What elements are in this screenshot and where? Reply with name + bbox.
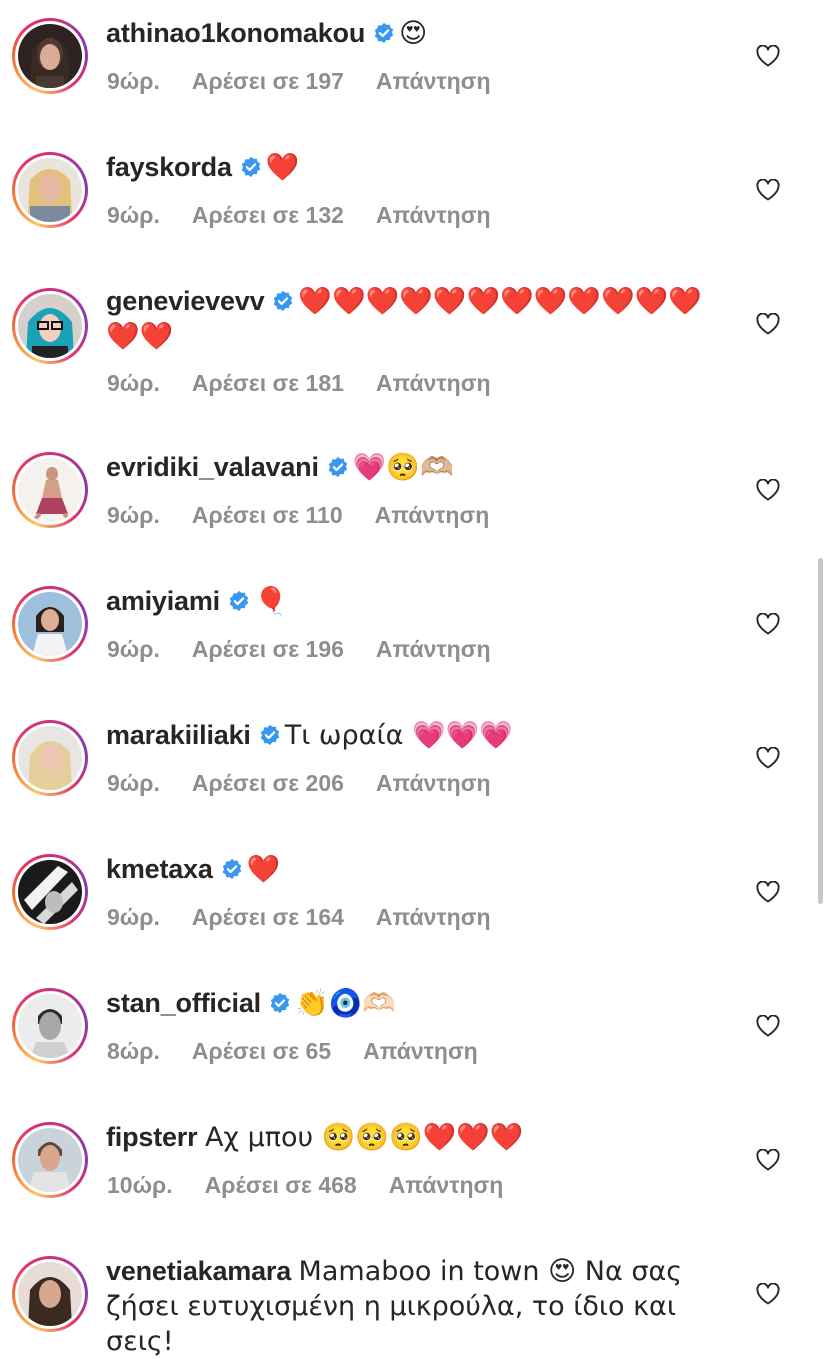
comment-likes[interactable]: Αρέσει σε 181	[192, 370, 344, 396]
comment-text: fayskorda ❤️	[106, 150, 728, 185]
comment-likes[interactable]: Αρέσει σε 206	[192, 770, 344, 796]
comment-username[interactable]: kmetaxa	[106, 854, 213, 884]
comment-username[interactable]: fayskorda	[106, 152, 232, 182]
comment-likes[interactable]: Αρέσει σε 110	[192, 502, 343, 528]
heart-outline-icon[interactable]	[756, 479, 780, 501]
reply-button[interactable]: Απάντηση	[376, 770, 491, 796]
comment-username[interactable]: venetiakamara	[106, 1256, 291, 1286]
comment-body: 💗🥺🫶🏼	[352, 452, 454, 483]
scrollbar[interactable]	[818, 558, 823, 904]
verified-badge-icon	[229, 590, 249, 612]
comment-likes[interactable]: Αρέσει σε 164	[192, 904, 344, 930]
comment-meta: 9ώρ. Αρέσει σε 164 Απάντηση	[107, 904, 523, 931]
comment-likes[interactable]: Αρέσει σε 197	[192, 68, 344, 94]
comment-likes[interactable]: Αρέσει σε 132	[192, 202, 344, 228]
comment-username[interactable]: genevievevv	[106, 286, 265, 316]
avatar[interactable]	[12, 288, 88, 364]
comment-username[interactable]: evridiki_valavani	[106, 452, 319, 482]
comment-body: 🎈	[253, 586, 288, 617]
comment-time: 9ώρ.	[107, 370, 160, 396]
avatar[interactable]	[12, 452, 88, 528]
avatar[interactable]	[12, 586, 88, 662]
avatar[interactable]	[12, 720, 88, 796]
avatar[interactable]	[12, 854, 88, 930]
comment-likes[interactable]: Αρέσει σε 196	[192, 636, 344, 662]
comment-body: ❤️	[265, 152, 300, 183]
comment-username[interactable]: stan_official	[106, 988, 261, 1018]
comment-username[interactable]: amiyiami	[106, 586, 220, 616]
reply-button[interactable]: Απάντηση	[375, 502, 490, 528]
reply-button[interactable]: Απάντηση	[376, 904, 491, 930]
verified-badge-icon	[260, 724, 279, 746]
comment-text: kmetaxa ❤️	[106, 852, 728, 887]
comment-likes[interactable]: Αρέσει σε 468	[205, 1172, 357, 1198]
reply-button[interactable]: Απάντηση	[376, 68, 491, 94]
comment-time: 9ώρ.	[107, 68, 160, 94]
heart-outline-icon[interactable]	[756, 1149, 780, 1171]
reply-button[interactable]: Απάντηση	[363, 1038, 478, 1064]
avatar[interactable]	[12, 152, 88, 228]
comment-text: genevievevv ❤️❤️❤️❤️❤️❤️❤️❤️❤️❤️❤️❤️❤️❤️	[106, 284, 728, 354]
verified-badge-icon	[328, 456, 348, 478]
comment-meta: 9ώρ. Αρέσει σε 181 Απάντηση	[107, 370, 523, 397]
avatar[interactable]	[12, 1256, 88, 1332]
heart-outline-icon[interactable]	[756, 179, 780, 201]
comment-username[interactable]: fipsterr	[106, 1122, 198, 1152]
comment-time: 9ώρ.	[107, 636, 160, 662]
heart-outline-icon[interactable]	[756, 747, 780, 769]
comment-meta: 9ώρ. Αρέσει σε 110 Απάντηση	[107, 502, 521, 529]
comment-text: amiyiami 🎈	[106, 584, 728, 619]
comment-meta: 10ώρ. Αρέσει σε 468 Απάντηση	[107, 1172, 535, 1199]
heart-outline-icon[interactable]	[756, 613, 780, 635]
comment-meta: 9ώρ. Αρέσει σε 206 Απάντηση	[107, 770, 523, 797]
comment-body: 👏🧿🫶🏻	[294, 988, 396, 1019]
comment-time: 10ώρ.	[107, 1172, 173, 1198]
comment-time: 9ώρ.	[107, 770, 160, 796]
comment-username[interactable]: athinao1konomakou	[106, 18, 365, 48]
reply-button[interactable]: Απάντηση	[376, 636, 491, 662]
reply-button[interactable]: Απάντηση	[376, 370, 491, 396]
avatar[interactable]	[12, 18, 88, 94]
comment-body: ❤️	[246, 854, 281, 885]
verified-badge-icon	[270, 992, 290, 1014]
comment-likes[interactable]: Αρέσει σε 65	[192, 1038, 331, 1064]
verified-badge-icon	[374, 22, 394, 44]
comment-time: 8ώρ.	[107, 1038, 160, 1064]
comment-text: fipsterr Αχ μπου 🥺🥺🥺❤️❤️❤️	[106, 1120, 728, 1155]
comment-text: venetiakamara Mamaboo in town 😍 Να σας ζ…	[106, 1254, 728, 1359]
heart-outline-icon[interactable]	[756, 313, 780, 335]
comment-meta: 8ώρ. Αρέσει σε 65 Απάντηση	[107, 1038, 510, 1065]
comment-meta: 9ώρ. Αρέσει σε 132 Απάντηση	[107, 202, 523, 229]
heart-outline-icon[interactable]	[756, 1283, 780, 1305]
comment-body: 😍	[399, 18, 428, 49]
comment-username[interactable]: marakiiliaki	[106, 720, 251, 750]
comment-time: 9ώρ.	[107, 904, 160, 930]
comment-text: marakiiliaki Τι ωραία 💗💗💗	[106, 718, 728, 753]
comment-time: 9ώρ.	[107, 202, 160, 228]
avatar[interactable]	[12, 1122, 88, 1198]
comment-text: athinao1konomakou 😍	[106, 16, 728, 51]
reply-button[interactable]: Απάντηση	[389, 1172, 504, 1198]
comment-time: 9ώρ.	[107, 502, 160, 528]
comment-meta: 9ώρ. Αρέσει σε 197 Απάντηση	[107, 68, 523, 95]
comment-body: Αχ μπου 🥺🥺🥺❤️❤️❤️	[204, 1122, 524, 1153]
comment-text: evridiki_valavani 💗🥺🫶🏼	[106, 450, 728, 485]
verified-badge-icon	[222, 858, 241, 880]
comment-body: Τι ωραία 💗💗💗	[284, 720, 513, 751]
reply-button[interactable]: Απάντηση	[376, 202, 491, 228]
heart-outline-icon[interactable]	[756, 881, 780, 903]
comment-meta: 9ώρ. Αρέσει σε 196 Απάντηση	[107, 636, 523, 663]
verified-badge-icon	[241, 156, 261, 178]
comment-text: stan_official 👏🧿🫶🏻	[106, 986, 728, 1021]
heart-outline-icon[interactable]	[756, 1015, 780, 1037]
heart-outline-icon[interactable]	[756, 45, 780, 67]
avatar[interactable]	[12, 988, 88, 1064]
verified-badge-icon	[274, 290, 293, 312]
